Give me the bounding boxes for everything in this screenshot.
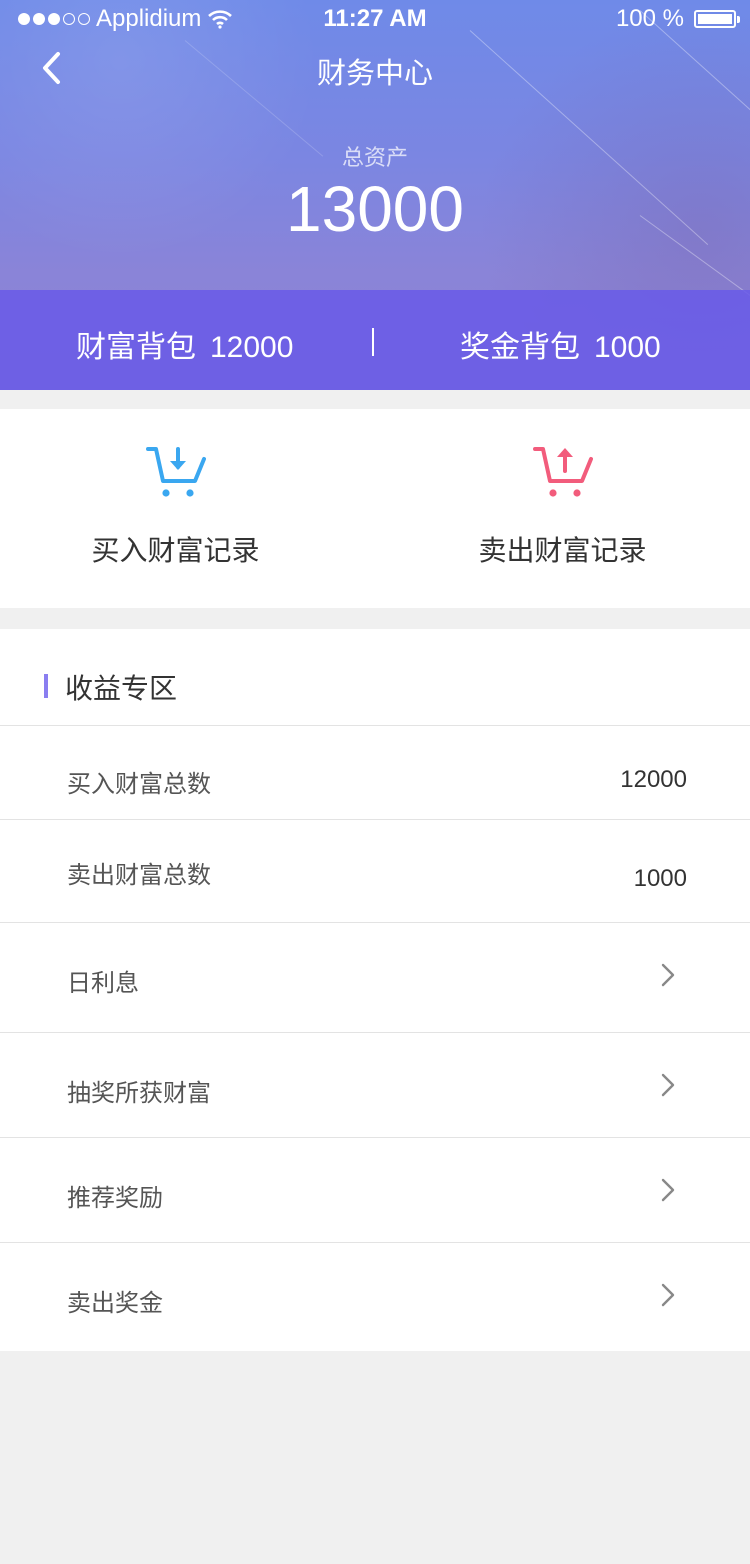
income-row-daily-interest[interactable]: 日利息 (0, 923, 750, 1033)
section-accent-bar (44, 674, 48, 698)
bonus-wallet[interactable]: 奖金背包 1000 (460, 322, 661, 366)
sell-records-button[interactable]: 卖出财富记录 (375, 409, 750, 608)
bonus-wallet-value: 1000 (594, 331, 661, 364)
income-row-sell-total: 卖出财富总数 1000 (0, 820, 750, 923)
wealth-wallet[interactable]: 财富背包 12000 (76, 322, 293, 366)
battery-icon (694, 10, 740, 28)
income-section: 收益专区 买入财富总数 12000 卖出财富总数 1000 日利息 抽奖所获财富… (0, 629, 750, 1351)
sell-records-label: 卖出财富记录 (478, 534, 647, 567)
row-label: 卖出财富总数 (67, 861, 211, 889)
wallet-bar: 财富背包 12000 奖金背包 1000 (0, 290, 750, 390)
wealth-wallet-label: 财富背包 (76, 330, 196, 365)
nav-bar: 财务中心 (0, 40, 750, 100)
buy-records-button[interactable]: 买入财富记录 (0, 409, 363, 608)
income-row-referral-reward[interactable]: 推荐奖励 (0, 1138, 750, 1243)
header-banner: Applidium 11:27 AM 100 % 财务中心 总资产 13000 … (0, 0, 750, 390)
income-row-sell-bonus[interactable]: 卖出奖金 (0, 1243, 750, 1351)
chevron-right-icon (661, 1073, 675, 1097)
row-value: 12000 (620, 766, 687, 793)
income-row-buy-total: 买入财富总数 12000 (0, 726, 750, 820)
records-panel: 买入财富记录 卖出财富记录 (0, 409, 750, 608)
row-label: 推荐奖励 (67, 1184, 163, 1212)
row-label: 买入财富总数 (67, 770, 211, 798)
total-assets-label: 总资产 (341, 146, 408, 171)
row-label: 日利息 (67, 969, 139, 997)
battery-percent: 100 % (615, 5, 684, 32)
section-header: 收益专区 (0, 629, 750, 726)
section-title: 收益专区 (65, 672, 178, 705)
income-row-lottery-wealth[interactable]: 抽奖所获财富 (0, 1033, 750, 1138)
cart-upload-icon (532, 447, 593, 497)
row-label: 抽奖所获财富 (67, 1079, 211, 1107)
chevron-right-icon (661, 1178, 675, 1202)
wealth-wallet-value: 12000 (210, 331, 294, 364)
wallet-divider (372, 328, 374, 356)
buy-records-label: 买入财富记录 (91, 534, 260, 567)
row-value: 1000 (633, 865, 687, 892)
chevron-right-icon (661, 1283, 675, 1307)
chevron-right-icon (661, 963, 675, 987)
total-assets-value: 13000 (286, 173, 464, 245)
status-bar: Applidium 11:27 AM 100 % (0, 0, 750, 36)
page-title: 财务中心 (316, 56, 433, 90)
row-label: 卖出奖金 (67, 1289, 163, 1317)
cart-download-icon (145, 447, 206, 497)
bonus-wallet-label: 奖金背包 (460, 330, 580, 365)
